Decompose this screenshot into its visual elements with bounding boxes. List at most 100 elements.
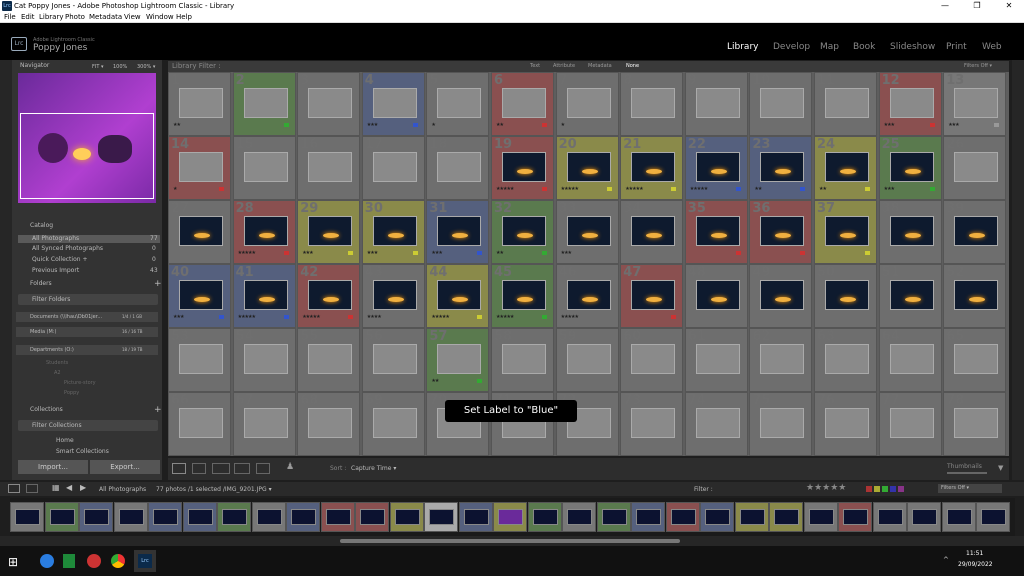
- star-rating[interactable]: ★★★: [884, 186, 895, 192]
- module-map[interactable]: Map: [820, 42, 839, 52]
- color-label-swatch[interactable]: [219, 315, 224, 319]
- grid-cell[interactable]: 75: [749, 392, 813, 456]
- photo-thumbnail[interactable]: [243, 344, 288, 374]
- color-label-swatch[interactable]: [994, 123, 1000, 127]
- filmstrip-thumbnail[interactable]: [907, 502, 941, 532]
- photo-thumbnail[interactable]: [179, 280, 223, 310]
- grid-cell[interactable]: 16: [297, 136, 361, 200]
- photo-thumbnail[interactable]: [695, 216, 740, 246]
- zoom-fit[interactable]: FIT ▾: [92, 64, 104, 70]
- photo-thumbnail[interactable]: [179, 408, 223, 438]
- toolbar-menu-icon[interactable]: ▼: [998, 464, 1003, 472]
- star-rating[interactable]: ★★: [496, 250, 504, 256]
- thumbnail-size-slider[interactable]: [947, 472, 987, 474]
- collection-smart[interactable]: Smart Collections: [56, 448, 109, 455]
- survey-view-icon[interactable]: [234, 463, 250, 474]
- loupe-view-icon[interactable]: [192, 463, 206, 474]
- photo-thumbnail[interactable]: [179, 216, 223, 246]
- photo-thumbnail[interactable]: [825, 408, 869, 438]
- filter-metadata-tab[interactable]: Metadata: [588, 63, 612, 69]
- filmstrip-thumbnail[interactable]: [355, 502, 389, 532]
- photo-thumbnail[interactable]: [954, 408, 999, 438]
- filmstrip-thumbnail[interactable]: [44, 502, 79, 532]
- grid-cell[interactable]: 42 ★★★★★: [297, 264, 361, 328]
- photo-thumbnail[interactable]: [502, 344, 546, 374]
- color-label-swatch[interactable]: [671, 315, 677, 319]
- photo-thumbnail[interactable]: [243, 216, 288, 246]
- screen2-icon[interactable]: [26, 484, 38, 493]
- filmstrip-thumbnail[interactable]: [148, 502, 182, 532]
- grid-cell[interactable]: 11: [814, 72, 877, 136]
- star-rating[interactable]: ★★: [431, 378, 439, 384]
- compare-view-icon[interactable]: [212, 463, 230, 474]
- grid-cell[interactable]: 6 ★★: [491, 72, 554, 136]
- photo-thumbnail[interactable]: [502, 216, 546, 246]
- photo-thumbnail[interactable]: [760, 216, 805, 246]
- menu-metadata[interactable]: Metadata: [89, 13, 122, 21]
- menu-photo[interactable]: Photo: [65, 13, 85, 21]
- grid-cell[interactable]: 63: [814, 328, 877, 392]
- filmstrip-thumbnail[interactable]: [803, 502, 838, 532]
- color-label-swatch[interactable]: [283, 315, 289, 319]
- yellow-label-filter[interactable]: [874, 486, 880, 492]
- filmstrip-filter-dropdown[interactable]: Filters Off ▾: [938, 484, 1002, 493]
- grid-cell[interactable]: 19 ★★★★★: [491, 136, 554, 200]
- menu-edit[interactable]: Edit: [21, 13, 35, 21]
- star-rating[interactable]: ★★★★★: [496, 186, 514, 192]
- photo-thumbnail[interactable]: [825, 344, 869, 374]
- photo-thumbnail[interactable]: [760, 408, 805, 438]
- grid-cell[interactable]: 41 ★★★★★: [232, 264, 296, 328]
- grid-cell[interactable]: 31 ★★★: [426, 200, 490, 264]
- photo-thumbnail[interactable]: [889, 216, 934, 246]
- photo-thumbnail[interactable]: [372, 344, 417, 374]
- photo-thumbnail[interactable]: [502, 152, 546, 182]
- photo-thumbnail[interactable]: [243, 408, 288, 438]
- photo-thumbnail[interactable]: [502, 280, 546, 310]
- module-slideshow[interactable]: Slideshow: [890, 42, 935, 52]
- grid-cell[interactable]: 25 ★★★: [878, 136, 942, 200]
- scroll-thumb[interactable]: [340, 539, 680, 543]
- filmstrip-thumbnail[interactable]: [251, 502, 286, 532]
- grid-cell[interactable]: 3: [297, 72, 361, 136]
- minimize-button[interactable]: —: [930, 0, 960, 12]
- filmstrip-thumbnail[interactable]: [79, 502, 113, 532]
- photo-thumbnail[interactable]: [954, 152, 999, 182]
- grid-cell[interactable]: 68: [297, 392, 361, 456]
- photo-thumbnail[interactable]: [308, 344, 353, 374]
- color-label-swatch[interactable]: [865, 251, 870, 255]
- grid-cell[interactable]: 10: [749, 72, 813, 136]
- filmstrip-thumbnail[interactable]: [941, 502, 976, 532]
- grid-cell[interactable]: 21 ★★★★★: [620, 136, 684, 200]
- grid-cell[interactable]: 2: [232, 72, 296, 136]
- grid-cell[interactable]: 67: [232, 392, 296, 456]
- photo-thumbnail[interactable]: [437, 152, 482, 182]
- grid-cell[interactable]: 27: [168, 200, 231, 264]
- export-button[interactable]: Export...: [90, 460, 160, 474]
- close-button[interactable]: ✕: [994, 0, 1024, 12]
- filmstrip-thumbnail[interactable]: [493, 502, 527, 532]
- people-view-icon[interactable]: [256, 463, 270, 474]
- grid-cell[interactable]: 37: [814, 200, 877, 264]
- grid-cell[interactable]: 30 ★★★: [361, 200, 425, 264]
- photo-thumbnail[interactable]: [825, 280, 869, 310]
- photo-thumbnail[interactable]: [695, 88, 740, 118]
- grid-cell[interactable]: 20 ★★★★★: [555, 136, 619, 200]
- filmstrip-thumbnail[interactable]: [872, 502, 907, 532]
- folder-poppy[interactable]: Poppy: [64, 390, 79, 396]
- add-collection-icon[interactable]: +: [154, 405, 162, 415]
- back-icon[interactable]: ◀: [66, 483, 72, 492]
- color-label-swatch[interactable]: [929, 123, 935, 127]
- catalog-all-photographs[interactable]: All Photographs: [32, 235, 79, 242]
- grid-cell[interactable]: 40 ★★★: [168, 264, 231, 328]
- grid-cell[interactable]: 9: [684, 72, 748, 136]
- filmstrip-thumbnail[interactable]: [527, 502, 562, 532]
- star-rating[interactable]: ★★★: [173, 314, 184, 320]
- red-label-filter[interactable]: [866, 486, 872, 492]
- grid-cell[interactable]: 57 ★★: [426, 328, 490, 392]
- photo-thumbnail[interactable]: [179, 152, 223, 182]
- photo-thumbnail[interactable]: [760, 280, 805, 310]
- module-develop[interactable]: Develop: [773, 42, 810, 52]
- grid-cell[interactable]: 51: [878, 264, 942, 328]
- filmstrip-thumbnail[interactable]: [320, 502, 355, 532]
- zoom-300[interactable]: 300% ▾: [137, 64, 155, 70]
